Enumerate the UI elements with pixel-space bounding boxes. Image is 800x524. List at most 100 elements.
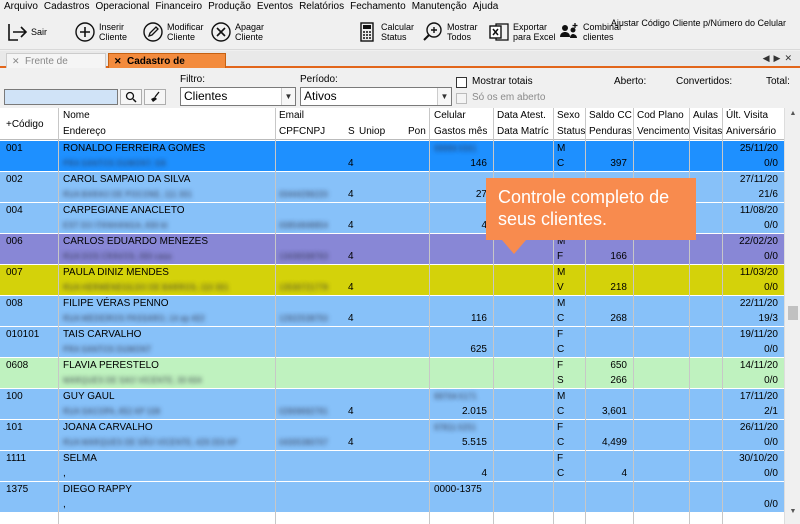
search-input[interactable] <box>4 89 118 105</box>
col-data-matric[interactable]: Data Matríc <box>497 126 549 137</box>
col-aulas[interactable]: Aulas <box>693 110 718 121</box>
mostrar-totais-checkbox[interactable] <box>456 77 467 88</box>
scroll-up-icon[interactable]: ▲ <box>787 110 799 122</box>
cell-gastos-mes: 2.015 <box>461 406 487 417</box>
col-data-atest[interactable]: Data Atest. <box>497 110 546 121</box>
cell-cpfcnpj: 00444296220 <box>279 190 328 199</box>
cell-endereco: RUA MARQUES DE SÃO VICENTE, 429 203 AP <box>63 438 238 447</box>
search-button[interactable] <box>120 89 142 105</box>
table-row[interactable]: 101 JOANA CARVALHO RUA MARQUES DE SÃO VICE… <box>0 420 784 451</box>
close-tab-icon[interactable]: ✕ <box>12 54 20 69</box>
sair-button[interactable]: Sair <box>6 16 47 48</box>
table-row[interactable]: 100 GUY GAUL RUA SACOPA, 852 AP 108 0290969… <box>0 389 784 420</box>
cell-codigo: 1111 <box>6 453 27 464</box>
cell-penduras: 166 <box>610 251 627 262</box>
menu-arquivo[interactable]: Arquivo <box>0 0 38 14</box>
so-em-aberto-checkbox[interactable] <box>456 93 467 104</box>
delete-circle-icon <box>210 21 232 43</box>
menu-bar: Arquivo Cadastros Operacional Financeiro… <box>0 0 800 14</box>
cell-gastos-mes: 625 <box>470 344 487 355</box>
grid-header: +Código Nome Endereço Email CPFCNPJ S Un… <box>0 108 784 140</box>
broom-icon <box>151 91 160 102</box>
clients-grid[interactable]: +Código Nome Endereço Email CPFCNPJ S Un… <box>0 108 784 524</box>
col-pon[interactable]: Pon <box>408 126 426 137</box>
cell-s: 4 <box>348 158 354 169</box>
exportar-excel-button[interactable]: Exportar para Excel <box>488 16 556 48</box>
cell-aniversario: 0/0 <box>764 468 778 479</box>
cell-s: 4 <box>348 406 354 417</box>
cell-penduras: 218 <box>610 282 627 293</box>
col-saldo-cc[interactable]: Saldo CC <box>589 110 632 121</box>
zoom-in-icon <box>422 21 444 43</box>
periodo-select-value: Ativos <box>304 89 337 103</box>
col-vencimento[interactable]: Vencimento <box>637 126 689 137</box>
table-row[interactable]: 1375 DIEGO RAPPY, 0000-1375 0/0 <box>0 482 784 513</box>
modificar-cliente-button[interactable]: Modificar Cliente <box>142 16 204 48</box>
col-ult-visita[interactable]: Últ. Visita <box>726 110 768 121</box>
tab-strip: ✕ Frente de Caixa ✕ Cadastro de Clientes… <box>0 51 800 82</box>
ajustar-codigo-button[interactable]: Ajustar Código Cliente p/Número do Celul… <box>611 18 786 28</box>
scroll-down-icon[interactable]: ▼ <box>787 508 799 520</box>
clear-filter-button[interactable] <box>144 89 166 105</box>
calcular-status-button[interactable]: Calcular Status <box>356 16 414 48</box>
col-uniop[interactable]: Uniop <box>359 126 385 137</box>
close-tab-icon[interactable]: ✕ <box>114 54 122 69</box>
cell-ult-visita: 30/10/20 <box>739 453 778 464</box>
col-s[interactable]: S <box>348 126 355 137</box>
apagar-cliente-button[interactable]: Apagar Cliente <box>210 16 264 48</box>
col-penduras[interactable]: Penduras <box>589 126 632 137</box>
mostrar-todos-button[interactable]: Mostrar Todos <box>422 16 478 48</box>
menu-cadastros[interactable]: Cadastros <box>38 0 90 14</box>
cell-nome: CAROL SAMPAIO DA SILVA <box>63 174 191 185</box>
menu-fechamento[interactable]: Fechamento <box>344 0 406 14</box>
calcular-status-label: Calcular Status <box>381 22 415 42</box>
filtro-select[interactable]: Clientes ▼ <box>180 87 296 106</box>
scroll-thumb[interactable] <box>788 306 798 320</box>
col-cpfcnpj[interactable]: CPFCNPJ <box>279 126 325 137</box>
chevron-down-icon: ▼ <box>437 88 451 105</box>
so-em-aberto-label: Só os em aberto <box>472 92 546 103</box>
menu-operacional[interactable]: Operacional <box>89 0 149 14</box>
col-cod-plano[interactable]: Cod Plano <box>637 110 684 121</box>
vertical-scrollbar[interactable]: ▲ ▼ <box>784 108 800 524</box>
cell-codigo: 004 <box>6 205 23 216</box>
menu-ajuda[interactable]: Ajuda <box>467 0 499 14</box>
col-endereco[interactable]: Endereço <box>63 126 106 137</box>
cell-nome: FLAVIA PERESTELO <box>63 360 159 371</box>
col-visitas[interactable]: Visitas <box>693 126 722 137</box>
col-email[interactable]: Email <box>279 110 304 121</box>
cell-aniversario: 0/0 <box>764 220 778 231</box>
menu-manutencao[interactable]: Manutenção <box>406 0 467 14</box>
col-nome[interactable]: Nome <box>63 110 90 121</box>
menu-relatorios[interactable]: Relatórios <box>293 0 344 14</box>
tab-scroll-controls[interactable]: ◀▶✕ <box>763 53 796 64</box>
cell-aniversario: 0/0 <box>764 437 778 448</box>
callout-pointer <box>502 240 526 254</box>
table-row[interactable]: 001 RONALDO FERREIRA GOMES PRA SANTOS DUMO… <box>0 141 784 172</box>
cell-aniversario: 19/3 <box>758 313 778 324</box>
periodo-label: Período: <box>300 74 338 85</box>
col-celular[interactable]: Celular <box>434 110 466 121</box>
table-row[interactable]: 1111 SELMA, 4 F C 4 30/10/20 0/0 <box>0 451 784 482</box>
col-status[interactable]: Status <box>557 126 585 137</box>
col-aniversario[interactable]: Aniversário <box>726 126 776 137</box>
col-sexo[interactable]: Sexo <box>557 110 580 121</box>
cell-codigo: 010101 <box>6 329 40 340</box>
col-codigo[interactable]: +Código <box>6 119 44 130</box>
table-row[interactable]: 007 PAULA DINIZ MENDES RUA HERMENEGILDO DE… <box>0 265 784 296</box>
table-row[interactable]: 008 FILIPE VÉRAS PENNO RUA MEDEIROS PASSAR… <box>0 296 784 327</box>
tab-cadastro-de-clientes[interactable]: ✕ Cadastro de Clientes <box>108 53 226 82</box>
menu-financeiro[interactable]: Financeiro <box>149 0 202 14</box>
table-row[interactable]: 010101 TAIS CARVALHO PRA SANTOS DUMONT 625 F… <box>0 327 784 358</box>
chevron-down-icon: ▼ <box>281 88 295 105</box>
menu-producao[interactable]: Produção <box>202 0 251 14</box>
col-gastos-mes[interactable]: Gastos mês <box>434 126 487 137</box>
toolbar: Sair Inserir Cliente Modificar Cliente A… <box>0 14 800 50</box>
inserir-cliente-button[interactable]: Inserir Cliente <box>74 16 127 48</box>
menu-eventos[interactable]: Eventos <box>251 0 293 14</box>
cell-endereco: PRA SANTOS DUMONT <box>63 345 152 354</box>
periodo-select[interactable]: Ativos ▼ <box>300 87 452 106</box>
tab-frente-de-caixa[interactable]: ✕ Frente de Caixa <box>6 53 106 82</box>
cell-nome: CARLOS EDUARDO MENEZES <box>63 236 209 247</box>
table-row[interactable]: 0608 FLAVIA PERESTELO MARQUES DE SAO VICEN… <box>0 358 784 389</box>
